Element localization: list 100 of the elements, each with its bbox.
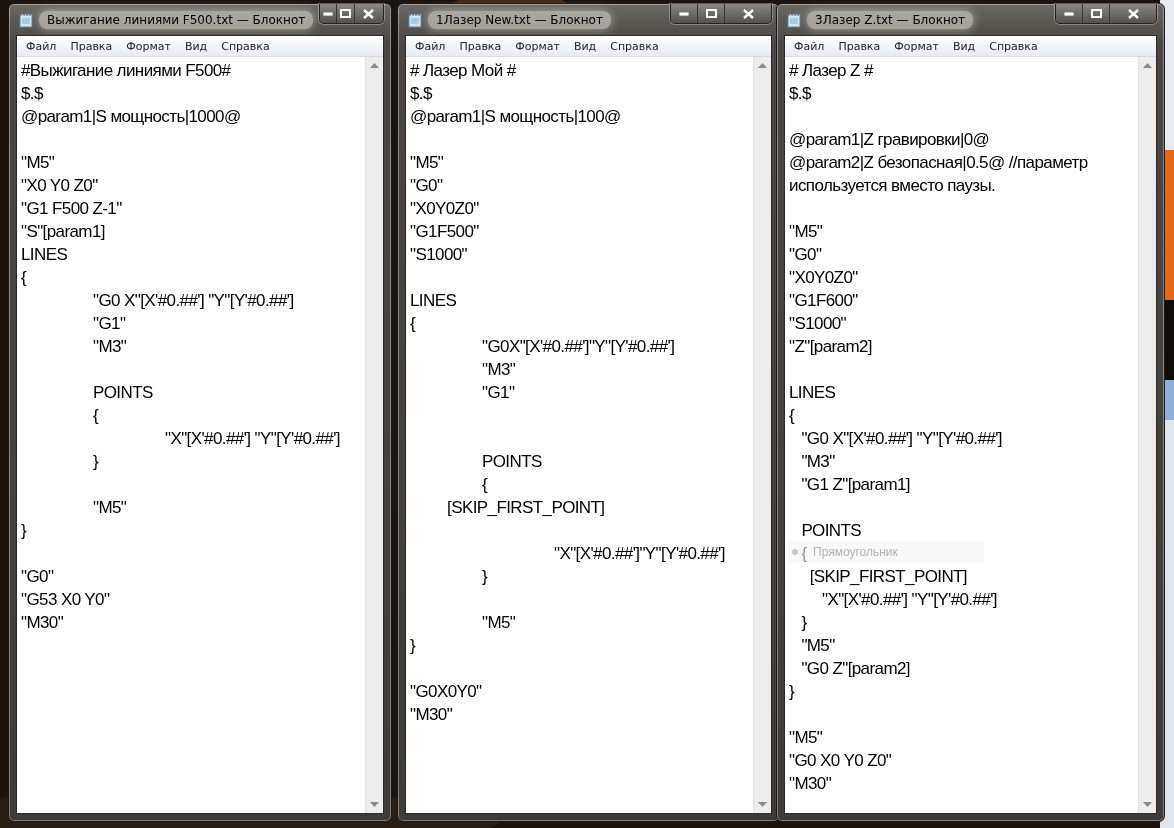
minimize-button[interactable]: [320, 4, 338, 23]
text-line: #Выжигание линиями F500#: [21, 61, 231, 80]
notepad-icon: [19, 11, 33, 28]
menu-item[interactable]: Справка: [982, 39, 1045, 53]
maximize-button[interactable]: [1083, 4, 1110, 23]
vertical-scrollbar[interactable]: [753, 57, 771, 813]
text-line: }: [93, 452, 99, 471]
maximize-icon: [339, 9, 351, 18]
text-line: "X"[X'#0.##'] "Y"[Y'#0.##']: [165, 429, 340, 448]
text-line: "G0 X"[X'#0.##'] "Y"[Y'#0.##']: [93, 291, 294, 310]
text-line: "X"[X'#0.##'] "Y"[Y'#0.##']: [822, 590, 997, 609]
text-line: }: [789, 682, 795, 701]
menu-item[interactable]: Формат: [508, 39, 567, 53]
menu-item[interactable]: Справка: [214, 39, 277, 53]
text-line: {: [789, 406, 795, 425]
text-line: @param2|Z безопасная|0.5@ //параметр: [789, 153, 1088, 172]
text-line: "X0Y0Z0": [789, 268, 858, 287]
text-line: "G0X0Y0": [410, 682, 482, 701]
text-line: "M5": [410, 153, 444, 172]
minimize-button[interactable]: [671, 4, 698, 23]
text-line: # Лазер Z #: [789, 61, 873, 80]
vertical-scrollbar[interactable]: [1138, 57, 1156, 813]
text-line: [SKIP_FIRST_POINT]: [447, 498, 605, 517]
text-line: "G1 F500 Z-1": [21, 199, 122, 218]
text-line: LINES: [21, 245, 68, 264]
text-line: "Z"[param2]: [789, 337, 872, 356]
menu-item[interactable]: Файл: [19, 39, 64, 53]
text-line: [SKIP_FIRST_POINT]: [809, 567, 967, 586]
text-line: "G1F500": [410, 222, 479, 241]
minimize-icon: [323, 11, 334, 16]
text-line: POINTS: [93, 383, 153, 402]
text-line: POINTS: [801, 521, 862, 540]
menu-item[interactable]: Формат: [119, 39, 178, 53]
text-line: $.$: [789, 84, 811, 103]
text-line: "M5": [789, 222, 823, 241]
text-line: "G53 X0 Y0": [21, 590, 110, 609]
menu-item[interactable]: Вид: [177, 39, 215, 53]
notepad-icon: [408, 11, 422, 28]
scroll-down-icon: [758, 802, 767, 807]
text-line: {: [410, 314, 416, 333]
menu-item[interactable]: Правка: [63, 39, 120, 53]
close-button[interactable]: [1110, 4, 1156, 23]
text-line: {: [93, 406, 99, 425]
text-line: "G0 X0 Y0 Z0": [789, 751, 892, 770]
close-icon: [1127, 8, 1139, 19]
text-line: "M5": [93, 498, 127, 517]
close-icon: [363, 8, 375, 19]
scroll-up-icon: [370, 63, 379, 68]
text-line: }: [21, 521, 27, 540]
text-line: }: [801, 613, 807, 632]
text-line: "G1": [93, 314, 126, 333]
maximize-icon: [1090, 9, 1102, 18]
minimize-icon: [679, 11, 689, 16]
menu-item[interactable]: Формат: [887, 39, 946, 53]
text-line: {: [801, 544, 807, 563]
text-line: POINTS: [482, 452, 542, 471]
vertical-scrollbar[interactable]: [365, 57, 383, 813]
close-icon: [742, 8, 754, 19]
text-line: "G0": [21, 567, 54, 586]
maximize-button[interactable]: [337, 4, 355, 23]
text-line: $.$: [21, 84, 43, 103]
text-line: # Лазер Мой #: [410, 61, 516, 80]
menu-item[interactable]: Вид: [566, 39, 604, 53]
minimize-icon: [1064, 11, 1074, 16]
text-line: "S1000": [789, 314, 847, 333]
text-line: $.$: [410, 84, 432, 103]
scroll-down-icon: [1143, 802, 1152, 807]
text-line: "G0X"[X'#0.##']"Y"[Y'#0.##']: [482, 337, 675, 356]
text-line: }: [410, 636, 416, 655]
menu-item[interactable]: Правка: [831, 39, 888, 53]
menu-item[interactable]: Правка: [452, 39, 509, 53]
text-line: "X0 Y0 Z0": [21, 176, 98, 195]
menu-item[interactable]: Справка: [603, 39, 666, 53]
tooltip-text: Прямоугольник: [813, 545, 898, 559]
maximize-button[interactable]: [698, 4, 725, 23]
menu-item[interactable]: Файл: [787, 39, 832, 53]
text-line: "M3": [801, 452, 835, 471]
text-line: "M5": [801, 636, 835, 655]
text-line: "X0Y0Z0": [410, 199, 479, 218]
text-line: "G1": [482, 383, 515, 402]
text-line: "X"[X'#0.##']"Y"[Y'#0.##']: [554, 544, 725, 563]
close-button[interactable]: [725, 4, 771, 23]
scroll-up-icon: [758, 63, 767, 68]
text-line: "S1000": [410, 245, 468, 264]
text-line: "G0 X"[X'#0.##'] "Y"[Y'#0.##']: [801, 429, 1002, 448]
text-line: "M30": [789, 774, 832, 793]
text-line: "G0": [410, 176, 443, 195]
text-line: "S"[param1]: [21, 222, 105, 241]
close-button[interactable]: [354, 4, 383, 23]
text-line: "G0": [789, 245, 822, 264]
menu-item[interactable]: Файл: [408, 39, 453, 53]
menu-item[interactable]: Вид: [945, 39, 983, 53]
text-line: "M5": [789, 728, 823, 747]
text-line: LINES: [789, 383, 836, 402]
scroll-up-icon: [1143, 63, 1152, 68]
text-line: "M3": [93, 337, 127, 356]
text-line: @param1|S мощность|100@: [410, 107, 621, 126]
scroll-down-icon: [370, 802, 379, 807]
text-line: @param1|Z гравировки|0@: [789, 130, 990, 149]
minimize-button[interactable]: [1056, 4, 1083, 23]
